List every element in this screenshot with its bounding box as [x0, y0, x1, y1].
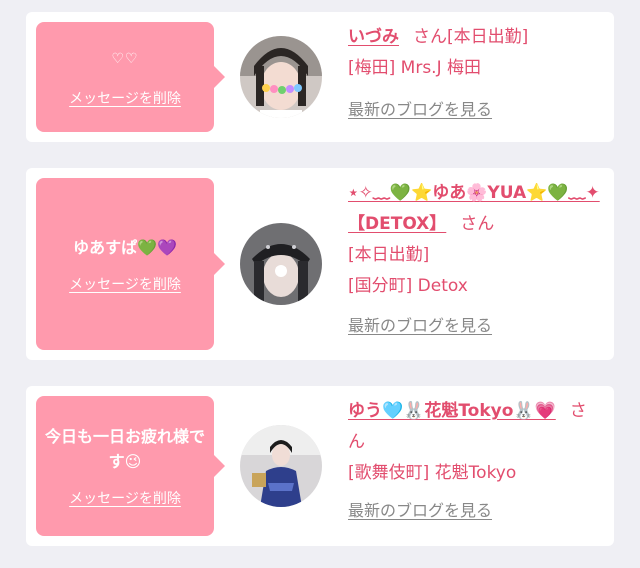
cast-name-link[interactable]: ゆう🩵🐰花魁Tokyo🐰💗: [348, 401, 556, 421]
store-info: [歌舞伎町] 花魁Tokyo: [348, 463, 517, 483]
message-text: 今日も一日お疲れ様です😉: [44, 427, 205, 471]
status-badge: [本日出勤]: [447, 27, 529, 47]
delete-message-link[interactable]: メッセージを削除: [69, 274, 181, 294]
status-badge: [本日出勤]: [348, 245, 430, 265]
message-card: ♡♡ メッセージを削除 いづみ さん[本日出勤] [梅田] Mrs.J 梅田 最新…: [26, 12, 614, 142]
message-text: ゆあすぱ💚💜: [73, 237, 177, 257]
cast-info: いづみ さん[本日出勤] [梅田] Mrs.J 梅田 最新のブログを見る: [348, 22, 603, 126]
honorific: さん: [460, 214, 495, 234]
cast-name-link[interactable]: いづみ: [348, 27, 399, 47]
message-bubble: 今日も一日お疲れ様です😉 メッセージを削除: [36, 396, 225, 536]
latest-blog-link[interactable]: 最新のブログを見る: [348, 316, 492, 335]
store-info: [国分町] Detox: [348, 276, 468, 296]
message-bubble: ゆあすぱ💚💜 メッセージを削除: [36, 178, 225, 350]
message-text: ♡♡: [111, 50, 139, 67]
store-info: [梅田] Mrs.J 梅田: [348, 58, 482, 78]
message-card: ゆあすぱ💚💜 メッセージを削除 ⋆✧﹏💚⭐ゆあ🌸YUA⭐💚﹏✦【DETOX】 さん…: [26, 168, 614, 360]
honorific: さん: [413, 27, 447, 47]
delete-message-link[interactable]: メッセージを削除: [69, 88, 181, 108]
cast-info: ゆう🩵🐰花魁Tokyo🐰💗 さん [歌舞伎町] 花魁Tokyo 最新のブログを見る: [348, 396, 603, 527]
avatar[interactable]: [240, 223, 322, 305]
latest-blog-link[interactable]: 最新のブログを見る: [348, 501, 492, 520]
cast-info: ⋆✧﹏💚⭐ゆあ🌸YUA⭐💚﹏✦【DETOX】 さん [本日出勤] [国分町] De…: [348, 178, 603, 342]
latest-blog-link[interactable]: 最新のブログを見る: [348, 100, 492, 119]
message-card: 今日も一日お疲れ様です😉 メッセージを削除 ゆう🩵🐰花魁Tokyo🐰💗 さん [歌…: [26, 386, 614, 546]
delete-message-link[interactable]: メッセージを削除: [69, 488, 181, 508]
message-bubble: ♡♡ メッセージを削除: [36, 22, 225, 132]
avatar[interactable]: [240, 36, 322, 118]
avatar[interactable]: [240, 425, 322, 507]
